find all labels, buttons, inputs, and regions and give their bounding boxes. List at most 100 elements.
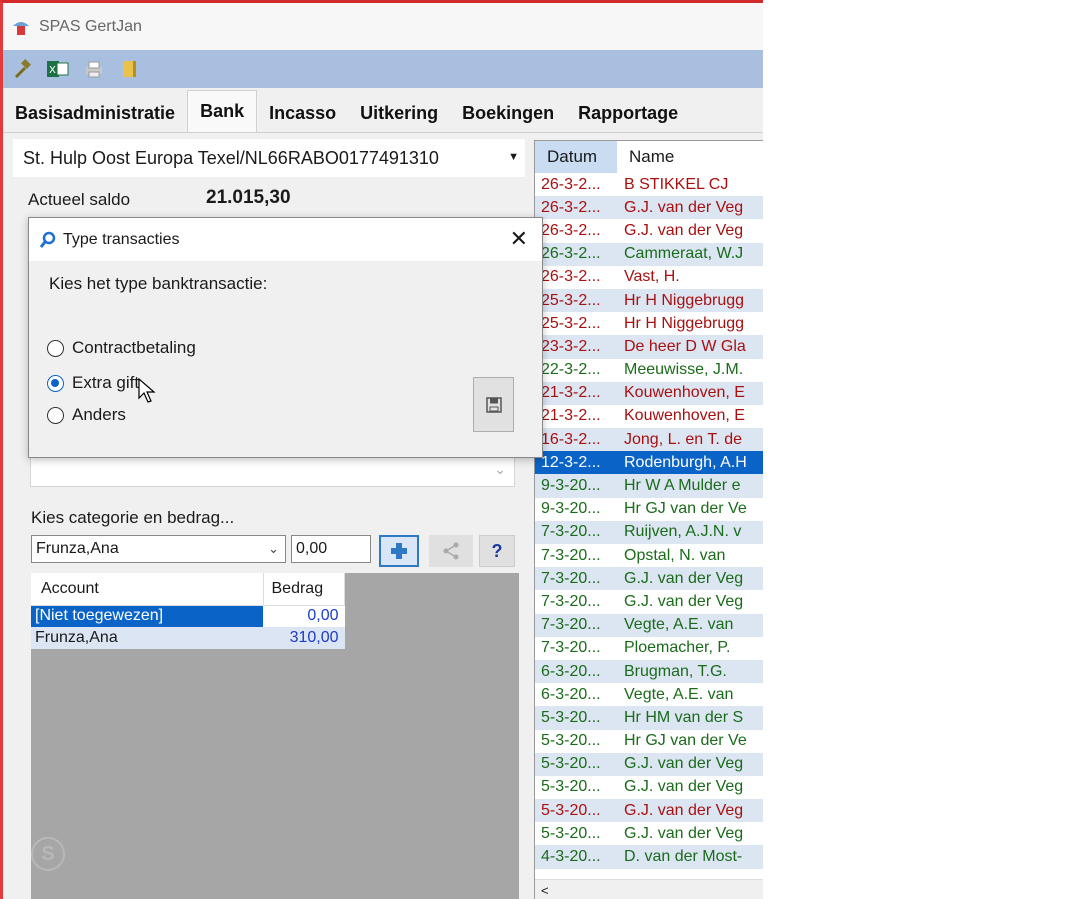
transaction-date: 12-3-2... xyxy=(541,453,601,471)
transaction-name: B STIKKEL CJ xyxy=(624,175,729,193)
close-icon[interactable]: ✕ xyxy=(510,226,528,252)
transaction-row[interactable]: 9-3-20... Hr W A Mulder e xyxy=(535,474,763,498)
transaction-name: Hr HM van der S xyxy=(624,708,744,726)
column-header-account[interactable]: Account xyxy=(31,573,264,606)
transaction-date: 7-3-20... xyxy=(541,592,601,610)
transaction-name: G.J. van der Veg xyxy=(624,592,744,610)
column-header-date[interactable]: Datum xyxy=(535,141,617,173)
table-row[interactable]: [Niet toegewezen] 0,00 xyxy=(31,605,345,627)
transaction-row[interactable]: 21-3-2... Kouwenhoven, E xyxy=(535,381,763,405)
tab-bank[interactable]: Bank xyxy=(187,90,258,132)
transaction-row[interactable]: 5-3-20... G.J. van der Veg xyxy=(535,799,763,823)
tab-bar: Basisadministratie Bank Incasso Uitkerin… xyxy=(3,90,763,133)
transaction-row[interactable]: 26-3-2... B STIKKEL CJ xyxy=(535,173,763,196)
transaction-row[interactable]: 5-3-20... G.J. van der Veg xyxy=(535,752,763,776)
transaction-date: 21-3-2... xyxy=(541,384,601,402)
disabled-combo: ⌄ xyxy=(30,453,515,487)
tab-boekingen[interactable]: Boekingen xyxy=(450,94,566,132)
transaction-row[interactable]: 21-3-2... Kouwenhoven, E xyxy=(535,405,763,428)
dialog-title-bar: Type transacties xyxy=(29,218,542,261)
transaction-date: 26-3-2... xyxy=(541,245,601,263)
transaction-row[interactable]: 25-3-2... Hr H Niggebrugg xyxy=(535,312,763,335)
dropdown-arrow-icon: ▼ xyxy=(508,151,519,163)
amount-input[interactable]: 0,00 xyxy=(291,535,371,563)
allocation-panel: Account Bedrag [Niet toegewezen] 0,00 Fr… xyxy=(31,573,519,899)
transaction-row[interactable]: 7-3-20... Vegte, A.E. van xyxy=(535,613,763,637)
category-select[interactable]: Frunza,Ana ⌄ xyxy=(31,535,286,563)
transaction-row[interactable]: 5-3-20... G.J. van der Veg xyxy=(535,822,763,845)
toolbar: X xyxy=(3,50,763,88)
transaction-row[interactable]: 5-3-20... Hr GJ van der Ve xyxy=(535,730,763,753)
tab-incasso[interactable]: Incasso xyxy=(257,94,348,132)
transaction-row[interactable]: 7-3-20... Ploemacher, P. xyxy=(535,637,763,660)
add-button[interactable] xyxy=(379,535,419,567)
account-cell[interactable]: Frunza,Ana xyxy=(31,627,263,649)
transaction-name: Hr W A Mulder e xyxy=(624,477,741,495)
radio-circle[interactable] xyxy=(47,406,64,424)
scroll-left-icon[interactable]: < xyxy=(541,883,549,898)
transaction-row[interactable]: 16-3-2... Jong, L. en T. de xyxy=(535,428,763,452)
transaction-row[interactable]: 12-3-2... Rodenburgh, A.H xyxy=(535,451,763,475)
transaction-date: 4-3-20... xyxy=(541,848,601,866)
transaction-row[interactable]: 7-3-20... Ruijven, A.J.N. v xyxy=(535,520,763,544)
table-row[interactable]: Frunza,Ana 310,00 xyxy=(31,627,345,649)
transaction-name: Vast, H. xyxy=(624,268,680,286)
transaction-name: Brugman, T.G. xyxy=(624,662,727,680)
tab-basisadministratie[interactable]: Basisadministratie xyxy=(3,94,187,132)
transaction-row[interactable]: 23-3-2... De heer D W Gla xyxy=(535,335,763,359)
radio-anders[interactable]: Anders xyxy=(47,405,126,425)
printer-icon[interactable] xyxy=(83,58,105,80)
share-button[interactable] xyxy=(429,535,473,567)
hammer-icon[interactable] xyxy=(11,58,33,80)
transaction-date: 7-3-20... xyxy=(541,639,601,657)
transaction-row[interactable]: 4-3-20... D. van der Most- xyxy=(535,845,763,869)
saldo-label: Actueel saldo xyxy=(28,190,131,209)
radio-circle[interactable] xyxy=(47,339,64,357)
transaction-row[interactable]: 7-3-20... Opstal, N. van xyxy=(535,544,763,567)
transaction-row[interactable]: 26-3-2... Cammeraat, W.J xyxy=(535,242,763,266)
search-icon xyxy=(39,231,56,248)
transaction-row[interactable]: 22-3-2... Meeuwisse, J.M. xyxy=(535,359,763,382)
transaction-row[interactable]: 7-3-20... G.J. van der Veg xyxy=(535,567,763,591)
column-header-name[interactable]: Name xyxy=(617,147,674,167)
tab-rapportage[interactable]: Rapportage xyxy=(566,94,690,132)
excel-icon[interactable]: X xyxy=(47,58,69,80)
radio-circle[interactable] xyxy=(47,374,64,392)
transaction-row[interactable]: 9-3-20... Hr GJ van der Ve xyxy=(535,498,763,521)
amount-cell[interactable]: 310,00 xyxy=(263,627,345,649)
horizontal-scrollbar[interactable]: < xyxy=(535,879,763,899)
transaction-row[interactable]: 6-3-20... Vegte, A.E. van xyxy=(535,683,763,706)
transaction-row[interactable]: 25-3-2... Hr H Niggebrugg xyxy=(535,288,763,313)
transaction-name: G.J. van der Veg xyxy=(624,198,744,216)
transaction-row[interactable]: 26-3-2... G.J. van der Veg xyxy=(535,196,763,220)
tab-uitkering[interactable]: Uitkering xyxy=(348,94,450,132)
radio-contractbetaling[interactable]: Contractbetaling xyxy=(47,338,196,358)
transaction-name: De heer D W Gla xyxy=(624,337,746,355)
transaction-row[interactable]: 7-3-20... G.J. van der Veg xyxy=(535,590,763,613)
transaction-row[interactable]: 26-3-2... G.J. van der Veg xyxy=(535,219,763,242)
book-icon[interactable] xyxy=(119,58,141,80)
transaction-name: Kouwenhoven, E xyxy=(624,407,745,425)
radio-extra-gift[interactable]: Extra gift xyxy=(47,373,139,393)
transaction-row[interactable]: 5-3-20... Hr HM van der S xyxy=(535,706,763,730)
save-button[interactable] xyxy=(473,377,514,432)
transaction-name: G.J. van der Veg xyxy=(624,569,744,587)
bank-account-select[interactable]: St. Hulp Oost Europa Texel/NL66RABO01774… xyxy=(13,139,525,177)
transaction-name: Ploemacher, P. xyxy=(624,639,731,657)
transaction-name: Hr GJ van der Ve xyxy=(624,732,747,750)
transaction-date: 5-3-20... xyxy=(541,824,601,842)
floppy-disk-icon xyxy=(485,396,502,413)
column-header-amount[interactable]: Bedrag xyxy=(263,573,345,606)
s-watermark-icon: S xyxy=(31,837,65,871)
transaction-date: 25-3-2... xyxy=(541,314,601,332)
transaction-date: 26-3-2... xyxy=(541,198,601,216)
transaction-row[interactable]: 26-3-2... Vast, H. xyxy=(535,266,763,289)
account-cell[interactable]: [Niet toegewezen] xyxy=(31,605,263,627)
amount-cell[interactable]: 0,00 xyxy=(263,605,345,627)
help-button[interactable]: ? xyxy=(479,535,515,567)
transaction-row[interactable]: 5-3-20... G.J. van der Veg xyxy=(535,776,763,799)
transaction-date: 5-3-20... xyxy=(541,708,601,726)
transaction-name: D. van der Most- xyxy=(624,848,743,866)
transaction-row[interactable]: 6-3-20... Brugman, T.G. xyxy=(535,659,763,684)
transaction-name: Meeuwisse, J.M. xyxy=(624,361,744,379)
